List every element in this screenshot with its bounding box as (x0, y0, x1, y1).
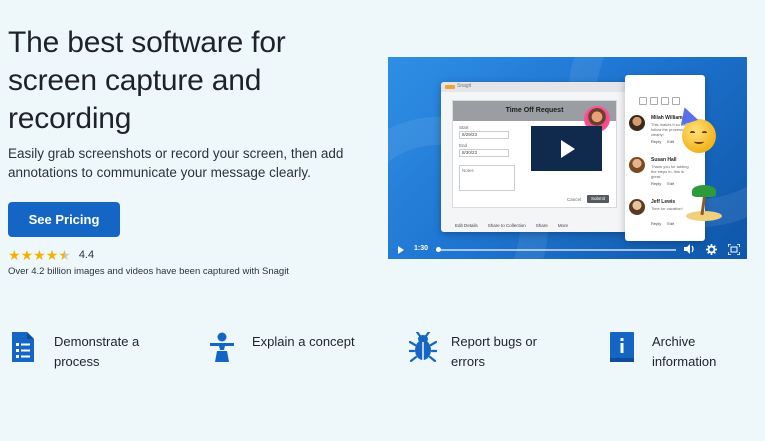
avatar (629, 199, 645, 215)
snagit-logo-icon (445, 85, 455, 89)
rating-stars: ★ ★ ★ ★ ★ (8, 247, 71, 263)
edit-link: Edit (667, 221, 675, 226)
hero-subtitle: Easily grab screenshots or record your s… (8, 146, 344, 180)
emoji-eye (702, 131, 707, 134)
avatar (629, 157, 645, 173)
star-icon: ★ (45, 247, 59, 263)
emoji-mouth (694, 139, 704, 144)
play-icon (561, 139, 575, 158)
app-name: Snagit (457, 83, 472, 89)
rating-value: 4.4 (78, 249, 95, 261)
party-emoji-icon (682, 119, 716, 153)
gear-icon[interactable] (706, 244, 717, 259)
tool-icon (672, 97, 680, 105)
palm-leaves (692, 185, 716, 197)
star-icon: ★ (8, 247, 21, 263)
rating: ★ ★ ★ ★ ★ 4.4 (8, 247, 94, 263)
island-sand (686, 211, 722, 221)
notes-field: Notes (459, 165, 515, 191)
comment-author: Jeff Lewis (651, 199, 676, 205)
tool-icon (639, 97, 647, 105)
cancel-link: Cancel (567, 197, 582, 202)
video-time: 1:30 (414, 245, 429, 252)
toolbar-item: Share to Collection (487, 222, 526, 228)
app-titlebar: Snagit (441, 82, 627, 92)
feature-label: Explain a concept (252, 334, 355, 349)
edit-link: Edit (667, 139, 675, 144)
star-icon: ★ (20, 247, 34, 263)
toolbar-item: More (557, 222, 569, 228)
comment-actions: Reply Edit (651, 139, 674, 144)
toolbar-item: Share (535, 222, 548, 228)
submit-button: Submit (587, 195, 609, 203)
comment-author: Susan Hall (651, 157, 677, 163)
star-icon: ★ (33, 247, 46, 263)
end-field: 8/30/23 (459, 149, 509, 157)
hero-title: The best software for screen capture and… (8, 26, 286, 135)
rating-note: Over 4.2 billion images and videos have … (8, 266, 289, 277)
avatar (629, 115, 645, 131)
bug-icon (407, 330, 439, 364)
edit-link: Edit (667, 181, 675, 186)
reply-link: Reply (651, 139, 662, 144)
comment-actions: Reply Edit (651, 181, 674, 186)
emoji-eye (690, 131, 695, 134)
document-list-icon (12, 332, 38, 364)
half-star-icon: ★ (58, 247, 71, 263)
tool-icon (661, 97, 669, 105)
progress-bar[interactable] (436, 249, 676, 251)
video-controls: 1:30 (388, 241, 747, 259)
play-icon[interactable] (398, 246, 404, 254)
feature-demonstrate: Demonstrate a process (12, 332, 164, 372)
see-pricing-button[interactable]: See Pricing (8, 202, 120, 237)
feature-explain: Explain a concept (210, 332, 362, 372)
feature-report-bugs: Report bugs or errors (407, 330, 561, 372)
feature-label: Demonstrate a process (54, 334, 140, 369)
comment-actions: Reply Edit (651, 221, 674, 226)
app-toolbar: Edit Details Share to Collection Share M… (441, 218, 627, 232)
feature-archive: Archive information (610, 332, 762, 372)
reply-link: Reply (651, 221, 662, 226)
presenter-icon (210, 332, 236, 364)
info-book-icon (610, 332, 636, 364)
volume-icon[interactable] (684, 244, 696, 258)
progress-knob[interactable] (436, 247, 442, 252)
end-label: End (459, 143, 468, 148)
tool-icon (650, 97, 658, 105)
feature-label: Archive information (652, 334, 717, 369)
reply-link: Reply (651, 181, 662, 186)
fullscreen-icon[interactable] (727, 243, 741, 259)
island-emoji-icon (684, 185, 724, 225)
comment-text: Thank you for adding the steps in, this … (651, 164, 689, 179)
play-overlay-button[interactable] (531, 126, 602, 171)
start-label: Start (459, 125, 469, 130)
annotation-tools (639, 97, 680, 105)
product-video[interactable]: Snagit Time Off Request Start 8/29/23 En… (388, 57, 747, 259)
start-field: 8/29/23 (459, 131, 509, 139)
feature-label: Report bugs or errors (451, 334, 537, 369)
toolbar-item: Edit Details (455, 222, 478, 228)
